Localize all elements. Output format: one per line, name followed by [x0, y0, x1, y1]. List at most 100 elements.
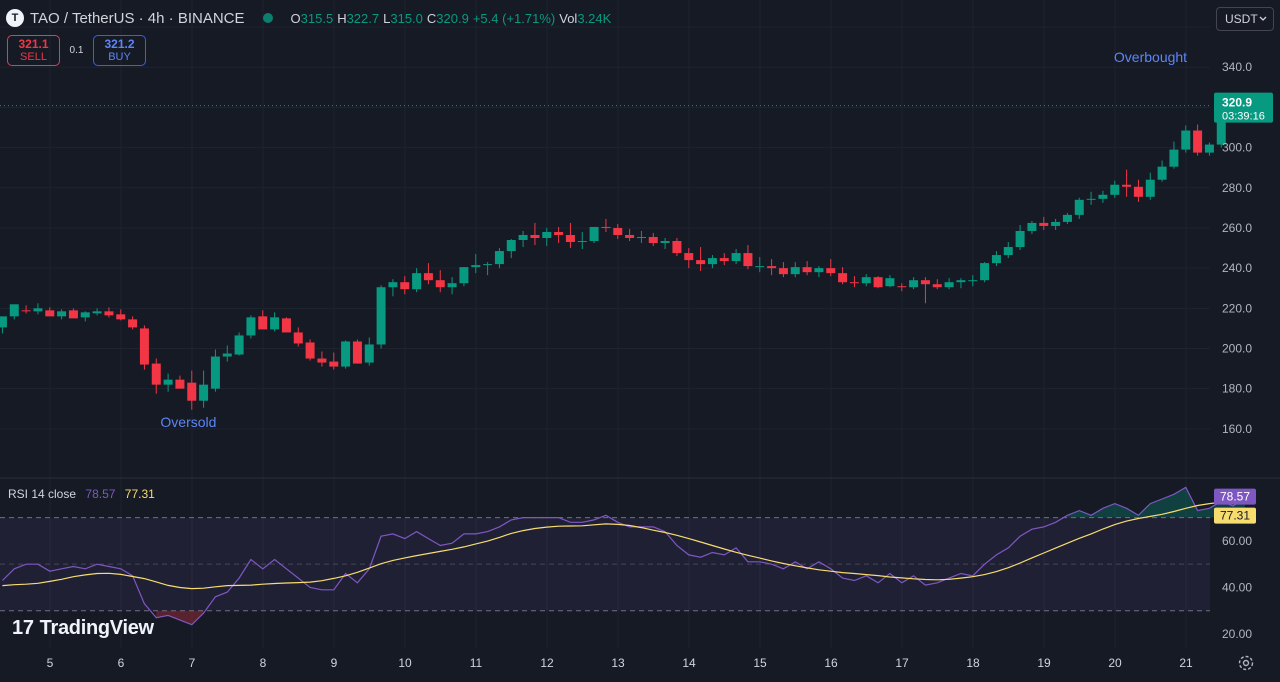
chevron-down-icon: [1259, 16, 1267, 21]
candle-body: [116, 314, 126, 320]
candle-body: [187, 382, 197, 401]
candle-body: [968, 280, 978, 282]
candle-body: [1181, 130, 1191, 150]
candle-body: [80, 312, 90, 318]
rsi-ma-badge-label: 77.31: [1220, 509, 1250, 523]
candle-body: [743, 253, 753, 267]
rsi-ma-value: 77.31: [124, 487, 155, 501]
candle-body: [707, 258, 717, 265]
price-tick-label: 160.0: [1222, 422, 1252, 436]
candle-body: [506, 240, 516, 252]
candle-body: [447, 283, 457, 288]
price-tick-label: 200.0: [1222, 341, 1252, 355]
gear-icon[interactable]: [1236, 653, 1256, 673]
symbol-title[interactable]: TAO / TetherUS · 4h · BINANCE: [30, 10, 245, 27]
candle-body: [920, 280, 930, 285]
candle-body: [104, 311, 114, 316]
candle-body: [258, 316, 268, 330]
candle-body: [1086, 198, 1096, 200]
candle-body: [1015, 230, 1025, 248]
time-tick-label: 21: [1179, 656, 1193, 670]
low-value: 315.0: [390, 10, 423, 26]
tradingview-watermark[interactable]: 17 TradingView: [12, 617, 154, 640]
candle-body: [696, 260, 706, 265]
time-tick-label: 11: [470, 656, 483, 670]
annotation-oversold: Oversold: [160, 414, 216, 430]
time-tick-label: 9: [331, 656, 338, 670]
sell-label: SELL: [20, 50, 47, 63]
price-tick-label: 340.0: [1222, 60, 1252, 74]
high-value: 322.7: [346, 10, 380, 26]
rsi-tick-label: 20.00: [1222, 627, 1252, 641]
candle-body: [412, 273, 422, 290]
candle-body: [329, 361, 339, 367]
candle-body: [471, 265, 481, 268]
rsi-legend[interactable]: RSI 14 close 78.57 77.31: [8, 487, 155, 501]
candle-body: [518, 234, 528, 241]
candle-body: [873, 277, 883, 288]
time-tick-label: 14: [682, 656, 696, 670]
time-tick-label: 6: [118, 656, 125, 670]
candle-body: [826, 268, 836, 274]
candle-body: [494, 251, 504, 265]
buy-button[interactable]: 321.2 BUY: [93, 35, 146, 66]
candle-body: [1157, 166, 1167, 180]
candle-body: [755, 266, 765, 268]
volume-value: 3.24K: [577, 10, 612, 26]
candle-body: [1098, 194, 1108, 199]
chart-canvas[interactable]: Overbought Oversold 160.0 180.0 200.0 220.0 2…: [0, 0, 1280, 682]
candle-body: [352, 341, 362, 364]
open-label: O: [290, 10, 301, 26]
candle-body: [210, 356, 220, 389]
annotation-overbought: Overbought: [1114, 49, 1187, 65]
price-tick-label: 220.0: [1222, 301, 1252, 315]
price-tick-label: 240.0: [1222, 261, 1252, 275]
watermark-text: TradingView: [39, 617, 154, 639]
candle-body: [1193, 130, 1203, 153]
currency-select[interactable]: USDT: [1216, 7, 1274, 31]
candle-body: [648, 236, 658, 244]
candle-body: [317, 358, 327, 363]
candle-body: [542, 231, 552, 238]
candle-body: [222, 353, 232, 357]
candle-body: [885, 278, 895, 287]
tradingview-logo-icon: 17: [12, 617, 34, 639]
candle-body: [660, 241, 670, 244]
spread-value: 0.1: [69, 45, 84, 56]
time-tick-label: 17: [895, 656, 909, 670]
candle-body: [199, 384, 209, 401]
price-tick-label: 260.0: [1222, 221, 1252, 235]
candle-body: [376, 287, 386, 345]
candle-body: [672, 241, 682, 254]
candle-body: [613, 227, 623, 235]
candle-body: [944, 282, 954, 288]
candle-body: [1133, 186, 1143, 197]
sell-button[interactable]: 321.1 SELL: [7, 35, 60, 66]
candle-body: [991, 255, 1001, 264]
candle-body: [861, 277, 871, 284]
time-tick-label: 7: [189, 656, 196, 670]
candle-body: [483, 264, 493, 266]
candle-body: [767, 266, 777, 269]
time-tick-label: 20: [1108, 656, 1122, 670]
market-status-dot-icon[interactable]: [262, 13, 273, 23]
candle-body: [435, 280, 445, 288]
candle-body: [1051, 221, 1061, 226]
symbol-legend: T TAO / TetherUS · 4h · BINANCE O 315.5 H…: [6, 8, 615, 28]
candle-body: [625, 234, 635, 238]
time-tick-label: 16: [824, 656, 838, 670]
candle-body: [1062, 214, 1072, 222]
candle-body: [838, 273, 848, 283]
time-tick-label: 5: [47, 656, 54, 670]
candle-body: [1039, 222, 1049, 226]
candle-body: [128, 319, 138, 328]
buy-price: 321.2: [104, 36, 135, 51]
price-tick-label: 300.0: [1222, 141, 1252, 155]
candle-body: [719, 258, 729, 262]
price-tick-label: 180.0: [1222, 382, 1252, 396]
time-tick-label: 12: [540, 656, 554, 670]
candle-body: [9, 304, 19, 317]
candle-body: [400, 282, 410, 290]
candle-body: [530, 234, 540, 238]
candle-body: [802, 267, 812, 273]
